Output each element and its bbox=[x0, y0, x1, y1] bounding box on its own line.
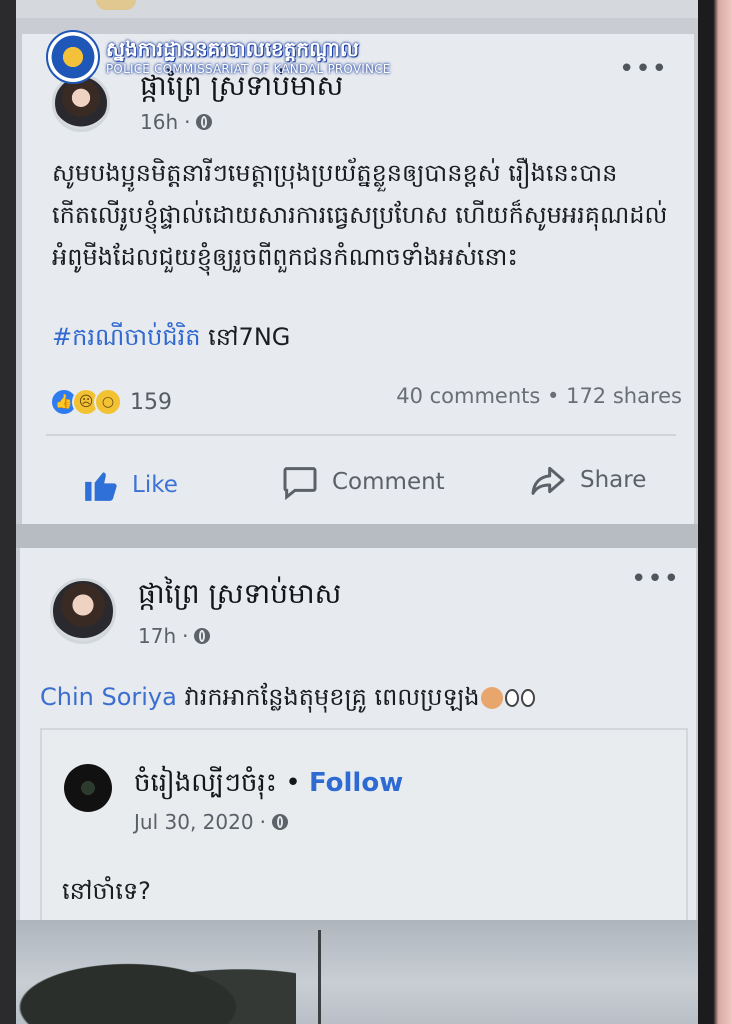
watermark-title-kh: ស្នងការដ្ឋាននគរបាលខេត្តកណ្ដាល bbox=[106, 37, 359, 61]
post-author[interactable]: ផ្កាព្រៃ ស្រទាប់មាស bbox=[138, 576, 341, 617]
globe-icon bbox=[194, 628, 211, 644]
post-time[interactable]: 17h bbox=[138, 624, 176, 648]
meta-dot: · bbox=[259, 810, 266, 834]
share-arrow-icon bbox=[531, 466, 565, 495]
next-post-photo[interactable] bbox=[16, 920, 706, 1024]
meta-dot: · bbox=[182, 624, 189, 648]
shared-page-header: ចំរៀងល្បីៗចំរុះ • Follow bbox=[134, 766, 403, 804]
thumbs-up-icon bbox=[85, 472, 117, 501]
comment-bubble-icon bbox=[283, 467, 317, 501]
like-label: Like bbox=[132, 472, 178, 498]
post-stats: 40 comments • 172 shares bbox=[396, 384, 682, 408]
shared-post-date[interactable]: Jul 30, 2020 bbox=[134, 810, 254, 834]
feed-separator bbox=[16, 524, 706, 548]
shared-post[interactable]: ចំរៀងល្បីៗចំរុះ • Follow Jul 30, 2020 · … bbox=[40, 728, 688, 930]
shared-post-meta: Jul 30, 2020 · bbox=[134, 810, 288, 834]
reaction-count: 159 bbox=[130, 389, 172, 415]
post-card-1: ផ្កាព្រៃ ស្រទាប់មាស 16h · ••• សូមបងប្អូន… bbox=[22, 34, 694, 524]
hashtag-rest: នៅ7NG bbox=[208, 323, 291, 351]
comment-button[interactable]: Comment bbox=[280, 462, 445, 502]
phone-frame-edge bbox=[698, 0, 732, 1024]
police-seal-icon bbox=[46, 30, 100, 84]
post-actions: Like Comment Share bbox=[22, 446, 694, 516]
follow-button[interactable]: Follow bbox=[309, 768, 403, 798]
post-body: សូមបងប្អូនមិត្តនារីៗមេត្តាប្រុងប្រយ័ត្នខ… bbox=[52, 159, 668, 271]
post-text: Chin Soriya វារកអាកន្លែងតុមុខគ្រូ ពេលប្រ… bbox=[40, 682, 536, 717]
globe-icon bbox=[196, 114, 213, 130]
globe-icon bbox=[271, 814, 288, 830]
shares-count-link[interactable]: 172 shares bbox=[566, 384, 682, 408]
post-text-body: វារកអាកន្លែងតុមុខគ្រូ ពេលប្រឡង bbox=[184, 683, 480, 711]
phone-screen: ស្នងការដ្ឋាននគរបាលខេត្តកណ្ដាល POLICE COM… bbox=[16, 0, 706, 1024]
shared-page-name[interactable]: ចំរៀងល្បីៗចំរុះ bbox=[134, 768, 277, 798]
tree-image bbox=[16, 940, 296, 1024]
post-hashtag-line: #ករណីចាប់ជំរិត នៅ7NG bbox=[52, 322, 290, 357]
pole-image bbox=[318, 930, 321, 1024]
wow-reaction-icon: ○ bbox=[94, 388, 122, 416]
police-watermark: ស្នងការដ្ឋាននគរបាលខេត្តកណ្ដាល POLICE COM… bbox=[46, 30, 391, 84]
share-button[interactable]: Share bbox=[528, 460, 646, 500]
like-button[interactable]: Like bbox=[82, 466, 178, 504]
share-label: Share bbox=[580, 467, 647, 493]
watermark-title-en: POLICE COMMISSARIAT OF KANDAL PROVINCE bbox=[106, 62, 391, 76]
emoji-fragment bbox=[96, 0, 136, 10]
more-options-button[interactable]: ••• bbox=[619, 54, 668, 84]
stats-separator: • bbox=[547, 384, 560, 408]
shared-post-text: នៅចាំទេ? bbox=[62, 877, 151, 905]
hashtag-link[interactable]: #ករណីចាប់ជំរិត bbox=[52, 323, 200, 351]
mention-link[interactable]: Chin Soriya bbox=[40, 683, 177, 711]
comment-label: Comment bbox=[332, 469, 445, 495]
woman-emoji-icon bbox=[481, 687, 504, 709]
reactions-summary[interactable]: 👍 ☹ ○ 159 bbox=[50, 388, 172, 416]
author-avatar[interactable] bbox=[50, 578, 116, 644]
page-avatar[interactable] bbox=[64, 764, 112, 812]
actions-divider bbox=[46, 434, 676, 436]
header-separator: • bbox=[285, 768, 301, 798]
post-meta: 16h · bbox=[140, 110, 213, 134]
meta-dot: · bbox=[184, 110, 191, 134]
eyes-emoji-icon bbox=[521, 689, 536, 707]
post-card-2: ផ្កាព្រៃ ស្រទាប់មាស 17h · ••• Chin Soriy… bbox=[20, 548, 696, 930]
more-options-button[interactable]: ••• bbox=[631, 564, 680, 594]
eyes-emoji-icon bbox=[505, 689, 520, 707]
comments-count-link[interactable]: 40 comments bbox=[396, 384, 540, 408]
post-meta: 17h · bbox=[138, 624, 211, 648]
post-time[interactable]: 16h bbox=[140, 110, 178, 134]
